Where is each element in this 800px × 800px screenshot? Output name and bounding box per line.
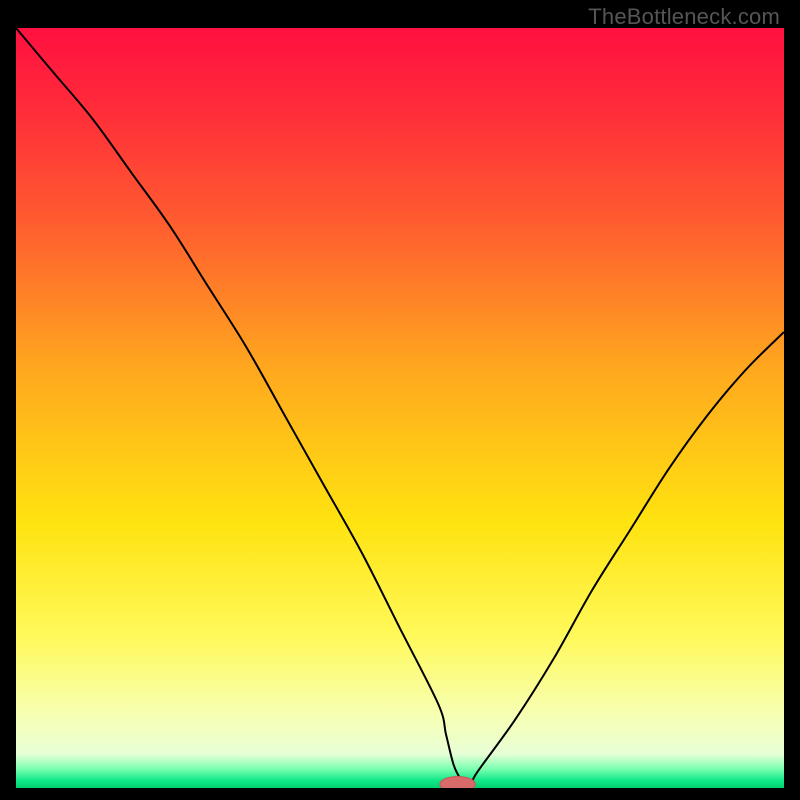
watermark-text: TheBottleneck.com — [588, 4, 780, 30]
bottleneck-chart — [16, 28, 784, 788]
chart-frame — [16, 28, 784, 788]
chart-background — [16, 28, 784, 788]
optimal-marker — [440, 777, 475, 788]
